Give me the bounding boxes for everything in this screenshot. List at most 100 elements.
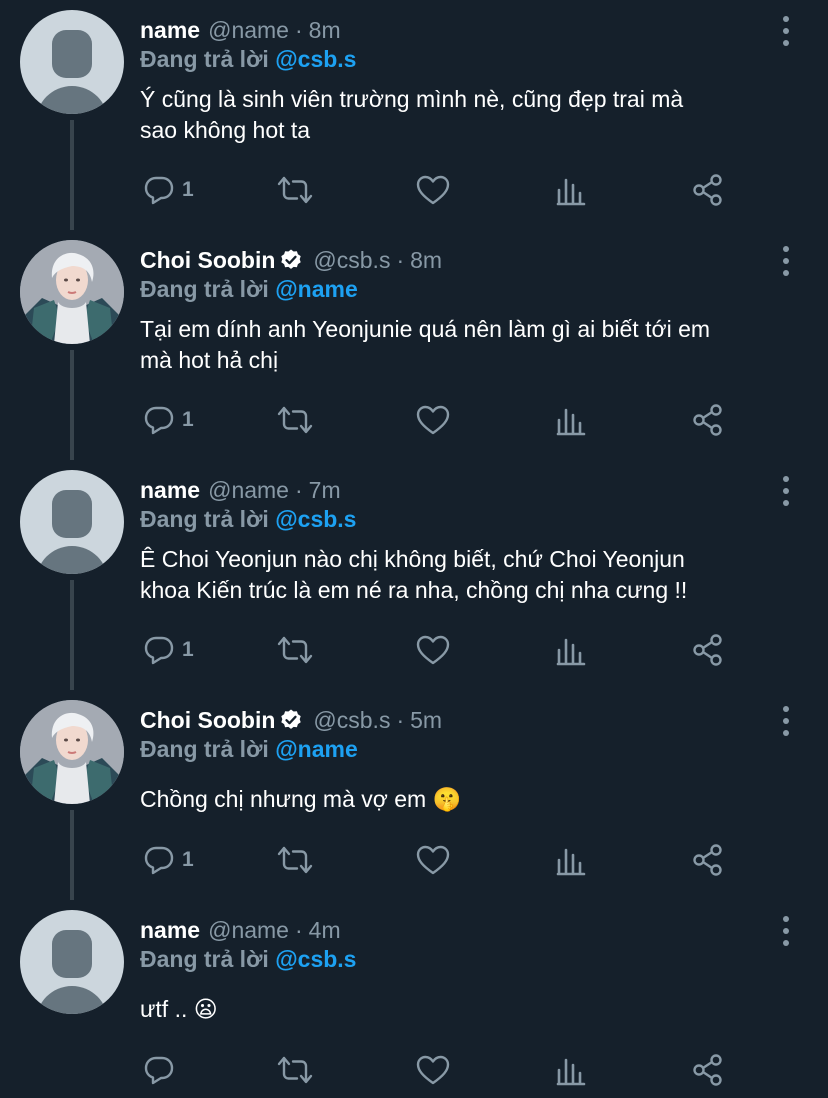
timestamp[interactable]: 8m [309,17,341,44]
like-button[interactable] [415,170,451,210]
replying-to-label: Đang trả lời [140,736,269,762]
action-bar [0,1050,828,1090]
reply-button[interactable]: 1 [142,630,194,670]
reply-icon [144,406,174,435]
reply-count: 1 [182,178,194,201]
display-name[interactable]: Choi Soobin [140,247,275,274]
retweet-icon [277,406,313,434]
heart-icon [416,845,450,875]
tweet-header: name @name · 8m [140,14,341,46]
share-button[interactable] [692,170,724,210]
share-button[interactable] [692,1050,724,1090]
replying-to: Đang trả lời @csb.s [140,46,356,73]
analytics-button[interactable] [556,170,586,210]
tweet-text: ưtf .. 😦 [140,994,808,1025]
tweet-text: Tại em dính anh Yeonjunie quá nên làm gì… [140,314,808,376]
tweet-text: Chồng chị nhưng mà vợ em 🤫 [140,784,808,815]
replying-to-label: Đang trả lời [140,946,269,972]
reply-icon [144,176,174,205]
share-button[interactable] [692,840,724,880]
tweet-text-line: khoa Kiến trúc là em né ra nha, chồng ch… [140,577,688,603]
tweet[interactable]: name @name · 8m Đang trả lời @csb.s Ý cũ… [0,0,828,230]
avatar[interactable] [20,700,124,804]
reply-icon [144,636,174,665]
like-button[interactable] [415,630,451,670]
handle[interactable]: @name [208,477,289,504]
replying-to-label: Đang trả lời [140,506,269,532]
avatar[interactable] [20,240,124,344]
tweet[interactable]: Choi Soobin @csb.s · 8m Đang trả lời @na… [0,230,828,460]
reply-icon [144,846,174,875]
reply-button[interactable]: 1 [142,400,194,440]
timestamp[interactable]: 7m [309,477,341,504]
timestamp[interactable]: 5m [410,707,442,734]
mention-link[interactable]: @csb.s [275,506,356,532]
handle[interactable]: @name [208,917,289,944]
like-button[interactable] [415,1050,451,1090]
display-name[interactable]: name [140,917,200,944]
heart-icon [416,1055,450,1085]
separator: · [294,916,303,943]
default-avatar-shoulders [36,86,108,114]
tweet-text-line: Chồng chị nhưng mà vợ em 🤫 [140,786,462,812]
retweet-button[interactable] [276,1050,314,1090]
retweet-icon [277,1056,313,1084]
profile-photo [20,700,124,804]
tweet-text-line: sao không hot ta [140,117,311,143]
replying-to-label: Đang trả lời [140,276,269,302]
mention-link[interactable]: @name [275,276,358,302]
share-button[interactable] [692,400,724,440]
more-vertical-icon[interactable] [776,706,796,736]
retweet-button[interactable] [276,170,314,210]
tweet[interactable]: name @name · 7m Đang trả lời @csb.s Ê Ch… [0,460,828,690]
verified-badge-icon [281,709,302,729]
display-name[interactable]: name [140,17,200,44]
share-icon [693,404,722,436]
mention-link[interactable]: @csb.s [275,946,356,972]
reply-button[interactable] [142,1050,182,1090]
retweet-button[interactable] [276,840,314,880]
like-button[interactable] [415,400,451,440]
share-icon [693,844,722,876]
handle[interactable]: @csb.s [313,247,390,274]
display-name[interactable]: Choi Soobin [140,707,275,734]
heart-icon [416,635,450,665]
analytics-icon [556,178,586,206]
tweet[interactable]: Choi Soobin @csb.s · 5m Đang trả lời @na… [0,690,828,900]
analytics-button[interactable] [556,630,586,670]
tweet[interactable]: name @name · 4m Đang trả lời @csb.s ưtf … [0,900,828,1098]
action-bar: 1 [0,630,828,670]
mention-link[interactable]: @csb.s [275,46,356,72]
analytics-button[interactable] [556,400,586,440]
more-vertical-icon[interactable] [776,476,796,506]
like-button[interactable] [415,840,451,880]
action-bar: 1 [0,400,828,440]
retweet-icon [277,846,313,874]
analytics-button[interactable] [556,1050,586,1090]
more-vertical-icon[interactable] [776,16,796,46]
tweet-text: Ê Choi Yeonjun nào chị không biết, chứ C… [140,544,808,606]
retweet-button[interactable] [276,630,314,670]
share-button[interactable] [692,630,724,670]
tweet-text: Ý cũng là sinh viên trường mình nè, cũng… [140,84,808,146]
avatar[interactable] [20,910,124,1014]
timestamp[interactable]: 8m [410,247,442,274]
reply-button[interactable]: 1 [142,170,194,210]
more-vertical-icon[interactable] [776,916,796,946]
profile-photo [20,240,124,344]
analytics-button[interactable] [556,840,586,880]
mention-link[interactable]: @name [275,736,358,762]
verified-badge-icon [281,249,302,269]
display-name[interactable]: name [140,477,200,504]
handle[interactable]: @csb.s [313,707,390,734]
tweet-header: Choi Soobin @csb.s · 8m [140,244,442,276]
separator: · [396,246,405,273]
timestamp[interactable]: 4m [309,917,341,944]
tweet-text-line: ưtf .. 😦 [140,996,218,1022]
reply-button[interactable]: 1 [142,840,194,880]
retweet-button[interactable] [276,400,314,440]
avatar[interactable] [20,470,124,574]
handle[interactable]: @name [208,17,289,44]
avatar[interactable] [20,10,124,114]
more-vertical-icon[interactable] [776,246,796,276]
